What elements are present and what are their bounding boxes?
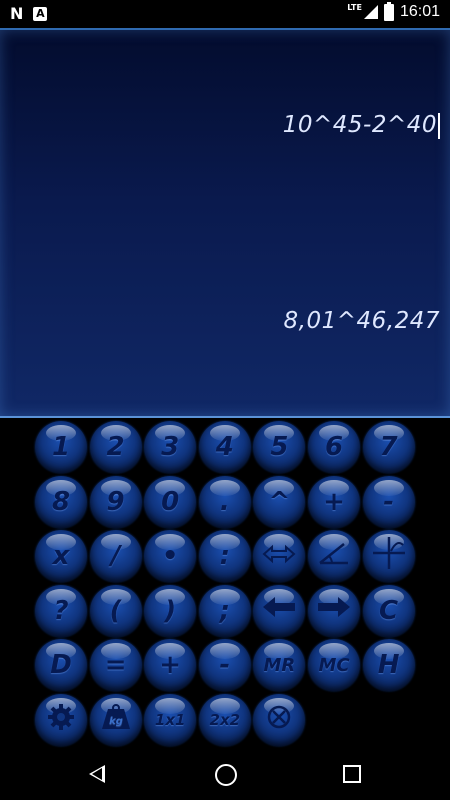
key-close-paren[interactable]: ) (144, 584, 197, 637)
text-cursor (438, 112, 440, 139)
key-label: 1 (51, 432, 71, 462)
key-clear[interactable]: C (362, 584, 415, 637)
status-bar: N A LTE 16:01 (0, 0, 450, 26)
key-close[interactable] (253, 694, 306, 746)
key-4[interactable]: 4 (198, 421, 251, 473)
expression-line[interactable]: 10^45-2^40 (283, 112, 440, 139)
axes-icon (371, 535, 407, 578)
battery-icon (383, 1, 394, 21)
key-2x2[interactable]: 2x2 (198, 694, 251, 746)
key-label: 5 (270, 432, 289, 462)
key-semicolon[interactable]: ; (198, 584, 251, 637)
key-label: 7 (379, 432, 398, 462)
clock: 16:01 (399, 3, 440, 20)
circled-x-icon (266, 704, 292, 737)
key-swap[interactable] (253, 530, 306, 583)
key-label: MC (318, 654, 350, 676)
key-colon[interactable]: : (198, 530, 251, 583)
key-history[interactable]: H (362, 639, 415, 692)
key-2[interactable]: 2 (89, 421, 142, 473)
key-label: - (383, 486, 394, 517)
key-decimal[interactable]: . (198, 475, 251, 528)
key-label: 3 (161, 432, 180, 462)
key-label: : (219, 541, 230, 572)
key-label: 8 (51, 486, 71, 517)
key-memory-plus[interactable]: + (144, 639, 197, 692)
key-1[interactable]: 1 (35, 421, 87, 473)
key-label: ; (219, 595, 230, 626)
key-label: = (104, 650, 127, 681)
key-open-paren[interactable]: ( (89, 584, 142, 637)
key-power[interactable]: ^ (253, 475, 306, 528)
expression-text: 10^45-2^40 (282, 112, 437, 138)
key-5[interactable]: 5 (253, 421, 306, 473)
double-arrow-icon (262, 541, 296, 571)
key-label: 2x2 (209, 711, 241, 729)
back-triangle-icon[interactable] (89, 765, 105, 783)
result-text: 8,01^46,247 (283, 308, 440, 334)
key-label: 2 (106, 432, 125, 462)
key-label: ( (109, 595, 122, 626)
key-label: D (50, 650, 72, 681)
key-label: + (159, 650, 182, 681)
angle-icon (317, 539, 351, 574)
key-dot-operator[interactable]: • (144, 530, 197, 583)
key-label: / (110, 541, 121, 572)
key-label: . (219, 486, 230, 517)
gear-icon (46, 702, 76, 739)
key-label: • (161, 541, 179, 572)
status-right: LTE 16:01 (347, 1, 440, 21)
key-left[interactable] (253, 584, 306, 637)
key-plus[interactable]: + (308, 475, 360, 528)
notification-n-icon: N (10, 4, 24, 23)
key-6[interactable]: 6 (308, 421, 360, 473)
key-divide[interactable]: / (89, 530, 142, 583)
key-9[interactable]: 9 (89, 475, 142, 528)
notification-a-icon: A (33, 6, 48, 21)
key-minus[interactable]: - (362, 475, 415, 528)
key-settings[interactable] (35, 694, 87, 746)
signal-icon (363, 5, 378, 19)
key-mc[interactable]: MC (308, 639, 360, 692)
network-type: LTE (347, 2, 362, 12)
key-label: ? (53, 595, 69, 626)
key-label: x (52, 541, 70, 572)
key-question[interactable]: ? (35, 584, 87, 637)
home-circle-icon[interactable] (215, 764, 237, 786)
calculator-display[interactable]: 10^45-2^40 8,01^46,247 (0, 28, 450, 418)
right-arrow-icon (316, 595, 352, 626)
key-label: + (323, 486, 345, 517)
key-right[interactable] (308, 584, 360, 637)
key-units[interactable]: kg (89, 694, 142, 746)
key-multiply[interactable]: x (35, 530, 87, 583)
key-0[interactable]: 0 (144, 475, 197, 528)
svg-text:kg: kg (109, 716, 123, 727)
left-arrow-icon (261, 595, 297, 626)
recents-square-icon[interactable] (343, 765, 361, 783)
key-label: 0 (161, 486, 180, 517)
key-label: ) (164, 595, 177, 626)
key-d[interactable]: D (35, 639, 87, 692)
key-3[interactable]: 3 (144, 421, 197, 473)
key-1x1[interactable]: 1x1 (144, 694, 197, 746)
key-label: 6 (324, 432, 344, 462)
key-label: 4 (215, 432, 234, 462)
key-memory-minus[interactable]: - (198, 639, 251, 692)
key-label: 9 (106, 486, 125, 517)
key-angle[interactable] (308, 530, 360, 583)
key-8[interactable]: 8 (35, 475, 87, 528)
key-label: ^ (268, 486, 291, 517)
key-equals[interactable]: = (89, 639, 142, 692)
key-mr[interactable]: MR (253, 639, 306, 692)
status-left: N A (10, 4, 48, 23)
weight-icon: kg (100, 703, 132, 738)
key-7[interactable]: 7 (362, 421, 415, 473)
key-label: 1x1 (154, 711, 186, 729)
key-label: MR (263, 654, 296, 676)
key-label: C (379, 595, 399, 626)
key-label: - (219, 650, 231, 681)
key-axes[interactable] (362, 530, 415, 583)
navigation-bar (0, 750, 450, 800)
key-label: H (377, 650, 400, 681)
